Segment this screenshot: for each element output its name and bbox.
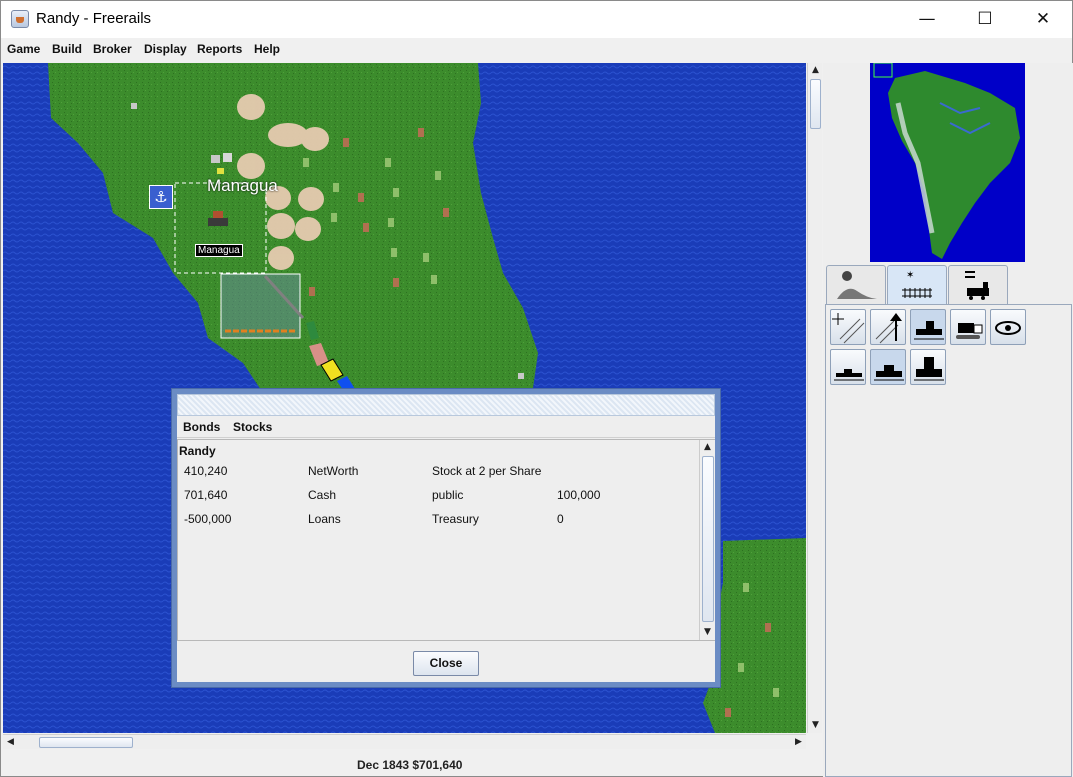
tab-bonds[interactable]: Bonds — [183, 420, 220, 434]
dialog-body: Bonds Stocks Randy 410,240 NetWorth Stoc… — [177, 416, 715, 682]
small-station-tool[interactable] — [830, 349, 866, 385]
stock-price-label: Stock at 2 per Share — [432, 464, 542, 478]
report-owner-name: Randy — [179, 444, 216, 458]
map-horizontal-scrollbar[interactable]: ◀ ▶ — [3, 734, 806, 749]
close-window-button[interactable]: ✕ — [1014, 1, 1072, 38]
svg-text:✶: ✶ — [906, 270, 914, 281]
menu-help[interactable]: Help — [254, 42, 280, 56]
scroll-left-arrow-icon[interactable]: ◀ — [3, 735, 18, 750]
cash-label: Cash — [308, 488, 337, 502]
build-track-tool[interactable] — [830, 309, 866, 345]
public-shares-value: 100,000 — [557, 488, 601, 502]
close-button[interactable]: Close — [413, 651, 479, 676]
status-bar: Dec 1843 $701,640 — [3, 750, 821, 776]
finance-report-dialog: Bonds Stocks Randy 410,240 NetWorth Stoc… — [171, 388, 721, 688]
medium-station-tool-icon — [874, 365, 904, 381]
menu-broker[interactable]: Broker — [93, 42, 132, 56]
build-cursor — [220, 273, 301, 339]
info-eye-tool[interactable] — [990, 309, 1026, 345]
tab-build-track[interactable]: ✶ — [887, 265, 947, 305]
dialog-title-bar[interactable] — [177, 394, 715, 416]
build-track-icon: ✶ — [902, 270, 932, 298]
scroll-up-arrow-icon[interactable]: ▲ — [808, 63, 823, 78]
map-vertical-scrollbar[interactable]: ▲ ▼ — [807, 63, 822, 733]
report-scroll-thumb[interactable] — [702, 456, 714, 622]
treasury-value: 0 — [557, 512, 564, 526]
dialog-menu: Bonds Stocks — [177, 416, 715, 438]
finance-report: Randy 410,240 NetWorth Stock at 2 per Sh… — [177, 439, 715, 641]
bulldoze-tool-icon — [956, 323, 983, 339]
build-track-tool-icon — [832, 313, 865, 344]
terrain-info-icon — [837, 271, 877, 299]
vertical-scroll-thumb[interactable] — [810, 79, 821, 129]
upgrade-track-tool-icon — [875, 313, 902, 344]
upgrade-track-tool[interactable] — [870, 309, 906, 345]
menu-reports[interactable]: Reports — [197, 42, 242, 56]
station-name-label: Managua — [195, 244, 243, 257]
networth-value: 410,240 — [184, 464, 228, 478]
small-station-tool-icon — [834, 369, 864, 381]
build-tools-panel — [825, 304, 1072, 777]
minimap-image — [873, 62, 1020, 259]
right-panel: ✶ — [823, 62, 1073, 777]
maximize-button[interactable]: ☐ — [956, 1, 1014, 38]
public-shares-label: public — [432, 488, 464, 502]
report-scroll-down-icon[interactable]: ▼ — [700, 625, 715, 640]
loans-label: Loans — [308, 512, 341, 526]
scroll-down-arrow-icon[interactable]: ▼ — [808, 718, 823, 733]
tab-train-list[interactable] — [948, 265, 1008, 305]
large-station-tool[interactable] — [910, 349, 946, 385]
info-eye-tool-icon — [995, 321, 1021, 335]
overview-minimap[interactable] — [870, 62, 1025, 262]
window-title: Randy - Freerails — [36, 10, 152, 27]
build-station-tool[interactable] — [910, 309, 946, 345]
medium-station-tool[interactable] — [870, 349, 906, 385]
networth-label: NetWorth — [308, 464, 359, 478]
loans-value: -500,000 — [184, 512, 232, 526]
date-cash-status: Dec 1843 $701,640 — [357, 758, 463, 772]
bulldoze-tool[interactable] — [950, 309, 986, 345]
build-station-tool-icon — [914, 321, 944, 340]
scroll-right-arrow-icon[interactable]: ▶ — [791, 735, 806, 750]
menu-game[interactable]: Game — [7, 42, 40, 56]
app-window: Randy - Freerails — ☐ ✕ Game Build Broke… — [0, 0, 1073, 777]
menu-build[interactable]: Build — [52, 42, 82, 56]
cash-value: 701,640 — [184, 488, 228, 502]
report-scroll-up-icon[interactable]: ▲ — [700, 440, 715, 455]
horizontal-scroll-thumb[interactable] — [39, 737, 133, 748]
menu-bar: Game Build Broker Display Reports Help — [1, 38, 1072, 62]
large-station-tool-icon — [914, 357, 944, 381]
city-name-label: Managua — [207, 176, 278, 195]
menu-display[interactable]: Display — [144, 42, 187, 56]
report-scrollbar[interactable]: ▲ ▼ — [699, 440, 715, 640]
minimize-button[interactable]: — — [898, 1, 956, 38]
train-list-icon — [965, 271, 989, 300]
title-bar: Randy - Freerails — ☐ ✕ — [1, 1, 1072, 38]
harbor-anchor-icon: ⚓ — [149, 185, 173, 209]
tab-terrain-info[interactable] — [826, 265, 886, 305]
treasury-label: Treasury — [432, 512, 479, 526]
tab-stocks[interactable]: Stocks — [233, 420, 272, 434]
java-app-icon — [11, 10, 29, 28]
